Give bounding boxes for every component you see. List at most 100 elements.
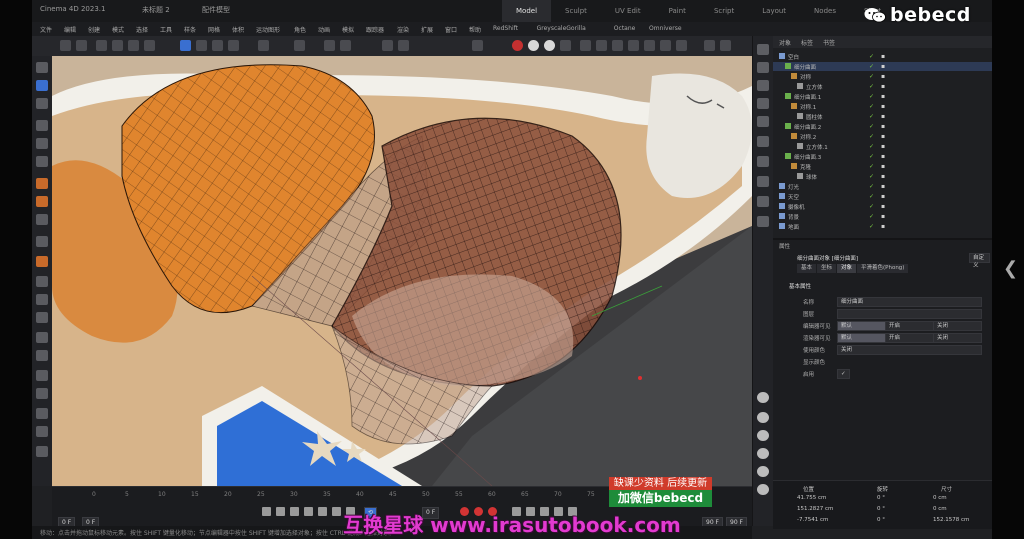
menu-item[interactable]: Omniverse: [649, 25, 682, 32]
render-settings-icon[interactable]: [472, 40, 483, 51]
mode-tab[interactable]: Script: [700, 0, 748, 22]
visibility-check-icon[interactable]: ✓: [869, 103, 874, 110]
tab-objects[interactable]: 对象: [779, 38, 791, 47]
redo-icon[interactable]: [76, 40, 87, 51]
scale-tool-icon[interactable]: [36, 156, 48, 167]
tag-icon[interactable]: ▪: [881, 223, 885, 230]
object-row[interactable]: 灯光 ✓ ▪: [773, 182, 992, 191]
camera-icon[interactable]: [660, 40, 671, 51]
spline-object-icon[interactable]: [757, 80, 769, 91]
material-ball-icon[interactable]: [757, 392, 769, 403]
menu-item[interactable]: 动画: [318, 25, 330, 34]
tag-icon[interactable]: ▪: [881, 173, 885, 180]
spline-icon[interactable]: [580, 40, 591, 51]
workplane-icon[interactable]: [324, 40, 335, 51]
object-row[interactable]: 立方体 ✓ ▪: [773, 82, 992, 91]
tab-tags[interactable]: 标签: [801, 38, 813, 47]
quantize-icon[interactable]: [340, 40, 351, 51]
viewport-layout-icon[interactable]: [704, 40, 715, 51]
tag-icon[interactable]: ▪: [881, 83, 885, 90]
menu-item[interactable]: 扩展: [421, 25, 433, 34]
doc-tab[interactable]: 未标题 2: [142, 5, 170, 15]
visibility-check-icon[interactable]: ✓: [869, 163, 874, 170]
mode-tab[interactable]: UV Edit: [601, 0, 655, 22]
generator-object-icon[interactable]: [757, 156, 769, 167]
viewport-3d[interactable]: [52, 56, 752, 486]
tag-icon[interactable]: ▪: [881, 183, 885, 190]
visibility-check-icon[interactable]: ✓: [869, 123, 874, 130]
tag-icon[interactable]: ▪: [881, 73, 885, 80]
material-ball-icon[interactable]: [757, 466, 769, 477]
iron-tool-icon[interactable]: [36, 388, 48, 399]
render-visible-off[interactable]: 关闭: [933, 333, 982, 343]
tag-icon[interactable]: ▪: [881, 203, 885, 210]
menu-item[interactable]: RedShift: [493, 25, 518, 32]
tag-icon[interactable]: ▪: [881, 193, 885, 200]
tag-icon[interactable]: ▪: [881, 93, 885, 100]
visibility-check-icon[interactable]: ✓: [869, 73, 874, 80]
object-row[interactable]: 地面 ✓ ▪: [773, 222, 992, 231]
menu-item[interactable]: 工具: [160, 25, 172, 34]
paint-tool-icon[interactable]: [36, 408, 48, 419]
menu-item[interactable]: GreyscaleGorilla: [537, 25, 586, 32]
select-icon[interactable]: [96, 40, 107, 51]
object-row[interactable]: 摄像机 ✓ ▪: [773, 202, 992, 211]
coord-value[interactable]: 0 cm: [933, 495, 947, 501]
visibility-check-icon[interactable]: ✓: [869, 133, 874, 140]
menu-item[interactable]: 帮助: [469, 25, 481, 34]
render-visible-default[interactable]: 默认: [837, 333, 886, 343]
chevron-left-icon[interactable]: ❮: [1003, 258, 1018, 279]
material-ball-icon[interactable]: [757, 412, 769, 423]
objects-icon[interactable]: [757, 44, 769, 55]
scene-icon[interactable]: [644, 40, 655, 51]
object-row[interactable]: 球体 ✓ ▪: [773, 172, 992, 181]
bevel-tool-icon[interactable]: [36, 256, 48, 267]
axis-icon[interactable]: [258, 40, 269, 51]
locks-icon[interactable]: [382, 40, 393, 51]
tag-icon[interactable]: ▪: [881, 63, 885, 70]
light-object-icon[interactable]: [757, 136, 769, 147]
object-row[interactable]: 对称.2 ✓ ▪: [773, 132, 992, 141]
material-ball-icon[interactable]: [757, 448, 769, 459]
mograph-object-icon[interactable]: [757, 216, 769, 227]
doc-tab-active[interactable]: 配件模型: [202, 5, 230, 15]
menu-item[interactable]: 模式: [112, 25, 124, 34]
extrude-tool-icon[interactable]: [36, 214, 48, 225]
layer-field[interactable]: [837, 309, 982, 319]
rotate-tool-icon[interactable]: [36, 138, 48, 149]
deformer-object-icon[interactable]: [757, 176, 769, 187]
scale-icon[interactable]: [128, 40, 139, 51]
menu-item[interactable]: 渲染: [397, 25, 409, 34]
visibility-check-icon[interactable]: ✓: [869, 93, 874, 100]
coord-value[interactable]: 0 °: [877, 495, 885, 501]
material-ball-icon[interactable]: [757, 484, 769, 495]
axis-lock-icon[interactable]: [398, 40, 409, 51]
model-mode-icon[interactable]: [180, 40, 191, 51]
menu-item[interactable]: 样条: [184, 25, 196, 34]
field-object-icon[interactable]: [757, 196, 769, 207]
visibility-check-icon[interactable]: ✓: [869, 213, 874, 220]
generator-icon[interactable]: [596, 40, 607, 51]
camera-object-icon[interactable]: [757, 116, 769, 127]
mirror-tool-icon[interactable]: [36, 446, 48, 457]
rotate-icon[interactable]: [144, 40, 155, 51]
knife-tool-icon[interactable]: [36, 178, 48, 189]
display-icon[interactable]: [720, 40, 731, 51]
move-tool-icon[interactable]: [36, 120, 48, 131]
menu-item[interactable]: 模拟: [342, 25, 354, 34]
menu-item[interactable]: 文件: [40, 25, 52, 34]
visibility-check-icon[interactable]: ✓: [869, 53, 874, 60]
tag-icon[interactable]: ▪: [881, 53, 885, 60]
attr-tab-coords[interactable]: 坐标: [817, 264, 837, 273]
tag-icon[interactable]: ▪: [881, 113, 885, 120]
attr-tab-phong[interactable]: 平滑着色(Phong): [857, 264, 909, 273]
tag-icon[interactable]: ▪: [881, 123, 885, 130]
menu-item[interactable]: 运动图形: [256, 25, 280, 34]
object-row[interactable]: 对称 ✓ ▪: [773, 72, 992, 81]
field-icon[interactable]: [628, 40, 639, 51]
coord-value[interactable]: 41.755 cm: [797, 495, 826, 501]
menu-item[interactable]: 编辑: [64, 25, 76, 34]
menu-item[interactable]: 体积: [232, 25, 244, 34]
object-row[interactable]: 克隆 ✓ ▪: [773, 162, 992, 171]
name-field[interactable]: 细分曲面: [837, 297, 982, 307]
